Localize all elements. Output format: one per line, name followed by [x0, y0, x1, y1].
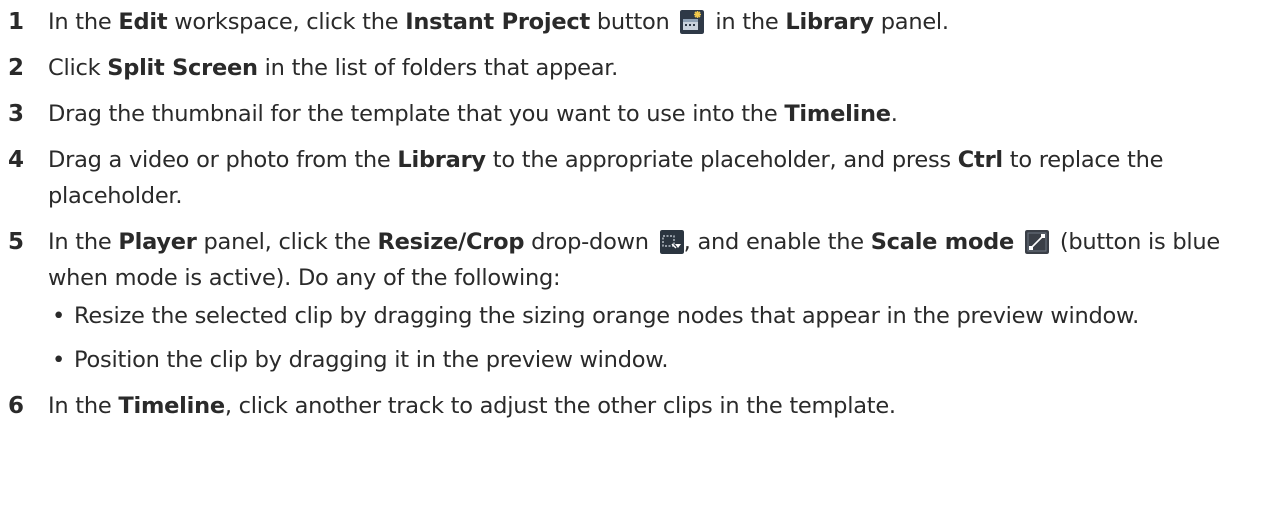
step-text: in the	[708, 9, 786, 35]
list-item: Position the clip by dragging it in the …	[48, 342, 1264, 378]
step-number: 4	[8, 147, 24, 173]
step-2: 2 Click Split Screen in the list of fold…	[0, 50, 1264, 86]
ui-term-edit: Edit	[118, 9, 168, 35]
step-number: 2	[8, 55, 24, 81]
instant-project-icon	[680, 10, 705, 34]
step-text: .	[890, 101, 898, 127]
step-text: panel.	[873, 9, 949, 35]
step-6: 6 In the Timeline, click another track t…	[0, 388, 1264, 424]
bullet-list: Resize the selected clip by dragging the…	[48, 298, 1264, 378]
step-text: button	[589, 9, 677, 35]
step-text: panel, click the	[196, 229, 378, 255]
step-text: to the appropriate placeholder, and pres…	[485, 147, 958, 173]
step-number: 6	[8, 393, 24, 419]
step-3: 3 Drag the thumbnail for the template th…	[0, 96, 1264, 132]
step-text: In the	[48, 229, 119, 255]
step-text: In the	[48, 9, 119, 35]
step-text: Drag the thumbnail for the template that…	[48, 101, 785, 127]
ui-term-instant-project: Instant Project	[405, 9, 590, 35]
step-text: workspace, click the	[167, 9, 406, 35]
step-text	[1014, 229, 1021, 255]
step-number: 5	[8, 229, 24, 255]
ui-term-timeline: Timeline	[118, 393, 225, 419]
instructions-document: 1 In the Edit workspace, click the Insta…	[0, 4, 1264, 434]
step-text: Click	[48, 55, 108, 81]
ui-term-ctrl: Ctrl	[957, 147, 1003, 173]
ui-term-library: Library	[785, 9, 874, 35]
step-number: 3	[8, 101, 24, 127]
step-text: In the	[48, 393, 119, 419]
ui-term-library: Library	[397, 147, 486, 173]
scale-mode-icon	[1024, 230, 1049, 254]
step-text: Drag a video or photo from the	[48, 147, 398, 173]
step-text: , and enable the	[683, 229, 871, 255]
ui-term-player: Player	[118, 229, 197, 255]
ui-term-resize-crop: Resize/Crop	[377, 229, 525, 255]
resize-crop-dropdown-icon	[659, 230, 684, 254]
step-5: 5 In the Player panel, click the Resize/…	[0, 224, 1264, 378]
list-item: Resize the selected clip by dragging the…	[48, 298, 1264, 334]
ui-term-split-screen: Split Screen	[107, 55, 258, 81]
ui-term-timeline: Timeline	[784, 101, 891, 127]
step-text: drop-down	[524, 229, 656, 255]
step-text: , click another track to adjust the othe…	[224, 393, 896, 419]
step-number: 1	[8, 9, 24, 35]
ui-term-scale-mode: Scale mode	[870, 229, 1015, 255]
step-text: in the list of folders that appear.	[257, 55, 619, 81]
step-1: 1 In the Edit workspace, click the Insta…	[0, 4, 1264, 40]
step-4: 4 Drag a video or photo from the Library…	[0, 142, 1264, 214]
